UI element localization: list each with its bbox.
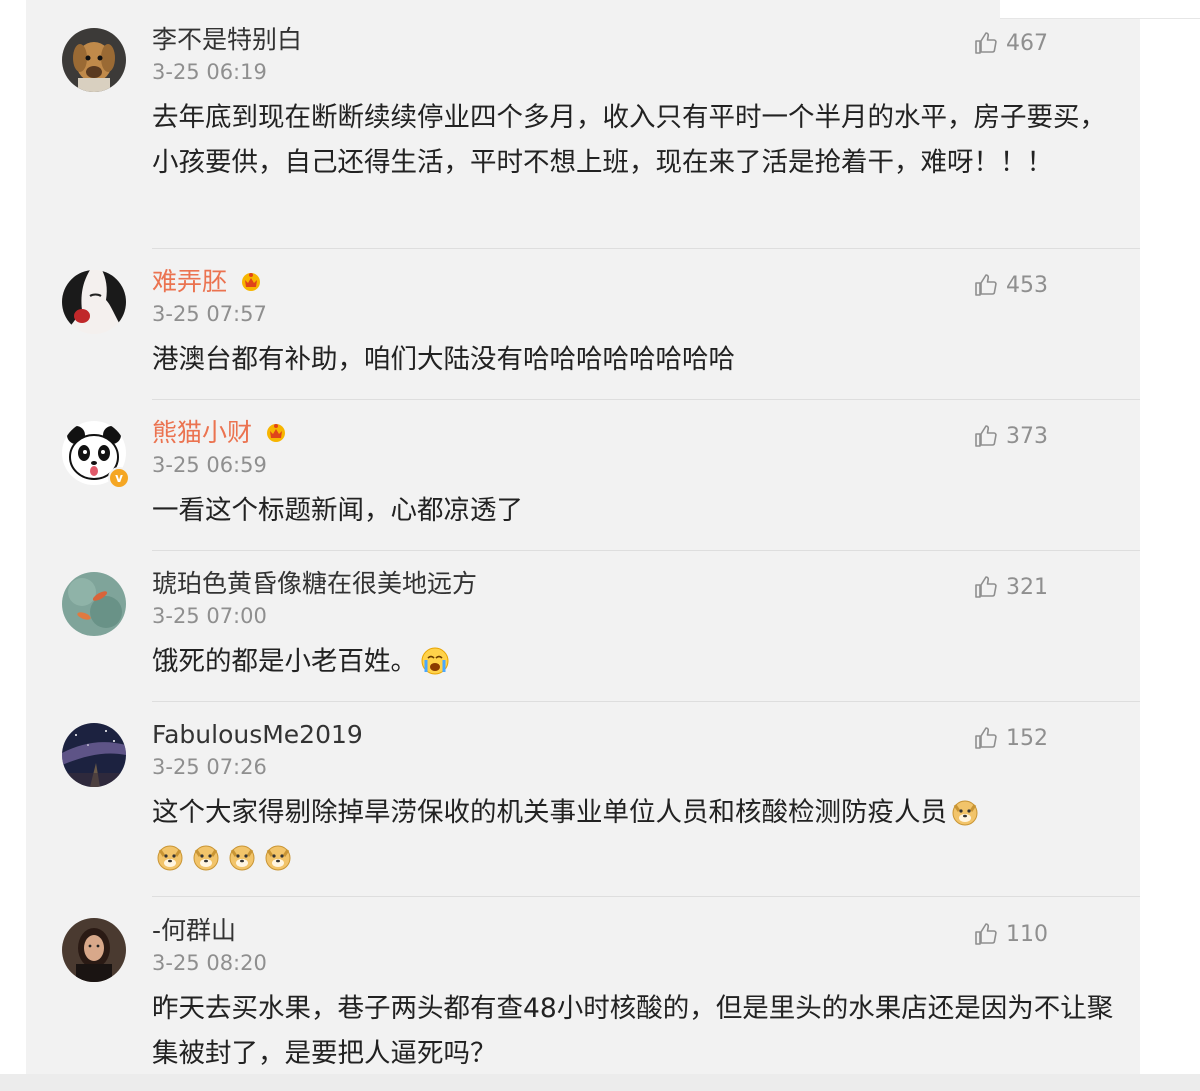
divider bbox=[152, 248, 1140, 249]
doge-emoji-icon bbox=[191, 842, 221, 872]
like-button[interactable]: 467 bbox=[974, 28, 1048, 58]
divider bbox=[152, 701, 1140, 702]
divider bbox=[152, 399, 1140, 400]
timestamp: 3-25 06:59 bbox=[152, 453, 267, 477]
like-count: 321 bbox=[1006, 574, 1048, 600]
like-count: 152 bbox=[1006, 725, 1048, 751]
comment-text: 一看这个标题新闻，心都凉透了 bbox=[152, 495, 523, 526]
like-count: 373 bbox=[1006, 423, 1048, 449]
avatar[interactable] bbox=[62, 572, 126, 636]
comment-text: 这个大家得剔除掉旱涝保收的机关事业单位人员和核酸检测防疫人员 bbox=[152, 797, 947, 828]
thumbs-up-icon bbox=[975, 425, 997, 447]
username[interactable]: 琥珀色黄昏像糖在很美地远方 bbox=[152, 568, 477, 600]
username[interactable]: 熊猫小财 bbox=[152, 417, 288, 449]
comment-text: 港澳台都有补助，咱们大陆没有哈哈哈哈哈哈哈哈 bbox=[152, 344, 735, 375]
right-margin bbox=[1140, 0, 1200, 1091]
face-avatar-icon bbox=[62, 270, 126, 334]
username[interactable]: FabulousMe2019 bbox=[152, 719, 363, 751]
galaxy-avatar-icon bbox=[62, 723, 126, 787]
vip-crown-icon bbox=[239, 269, 263, 293]
timestamp: 3-25 08:20 bbox=[152, 951, 267, 975]
thumbs-up-icon bbox=[975, 274, 997, 296]
like-count: 453 bbox=[1006, 272, 1048, 298]
avatar[interactable] bbox=[62, 270, 126, 334]
comment-text-block: 饿死的都是小老百姓。 bbox=[152, 639, 1117, 684]
bottom-bar bbox=[0, 1074, 1200, 1091]
like-button[interactable]: 110 bbox=[974, 919, 1048, 949]
thumbs-up-icon bbox=[975, 576, 997, 598]
comment-text-block: 这个大家得剔除掉旱涝保收的机关事业单位人员和核酸检测防疫人员 bbox=[152, 790, 1117, 880]
avatar[interactable] bbox=[62, 28, 126, 92]
doge-emoji-icon bbox=[263, 842, 293, 872]
like-count: 110 bbox=[1006, 921, 1048, 947]
username-text: 熊猫小财 bbox=[152, 418, 253, 447]
verified-badge-icon: v bbox=[108, 467, 130, 489]
thumbs-up-icon bbox=[975, 923, 997, 945]
like-button[interactable]: 152 bbox=[974, 723, 1048, 753]
thumbs-up-icon bbox=[975, 32, 997, 54]
like-button[interactable]: 321 bbox=[974, 572, 1048, 602]
timestamp: 3-25 07:26 bbox=[152, 755, 267, 779]
comment-text: 饿死的都是小老百姓。 bbox=[152, 646, 417, 677]
woman-avatar-icon bbox=[62, 918, 126, 982]
crying-emoji-icon bbox=[420, 646, 450, 676]
divider bbox=[152, 896, 1140, 897]
divider bbox=[152, 550, 1140, 551]
thumbs-up-icon bbox=[975, 727, 997, 749]
username[interactable]: 难弄胚 bbox=[152, 266, 263, 298]
doge-emoji-icon bbox=[950, 797, 980, 827]
avatar[interactable] bbox=[62, 918, 126, 982]
timestamp: 3-25 06:19 bbox=[152, 60, 267, 84]
avatar[interactable] bbox=[62, 723, 126, 787]
like-count: 467 bbox=[1006, 30, 1048, 56]
dog-avatar-icon bbox=[62, 28, 126, 92]
doge-emoji-icon bbox=[227, 842, 257, 872]
username-text: 难弄胚 bbox=[152, 267, 228, 296]
username[interactable]: 李不是特别白 bbox=[152, 24, 302, 56]
like-button[interactable]: 373 bbox=[974, 421, 1048, 451]
timestamp: 3-25 07:57 bbox=[152, 302, 267, 326]
vip-crown-icon bbox=[264, 420, 288, 444]
comment-text: 昨天去买水果，巷子两头都有查48小时核酸的，但是里头的水果店还是因为不让聚集被封… bbox=[152, 993, 1114, 1069]
comment-text: 去年底到现在断断续续停业四个多月，收入只有平时一个半月的水平，房子要买，小孩要供… bbox=[152, 102, 1106, 178]
koi-avatar-icon bbox=[62, 572, 126, 636]
doge-emoji-icon bbox=[155, 842, 185, 872]
top-edge bbox=[1000, 0, 1200, 19]
like-button[interactable]: 453 bbox=[974, 270, 1048, 300]
timestamp: 3-25 07:00 bbox=[152, 604, 267, 628]
username[interactable]: -何群山 bbox=[152, 915, 236, 947]
